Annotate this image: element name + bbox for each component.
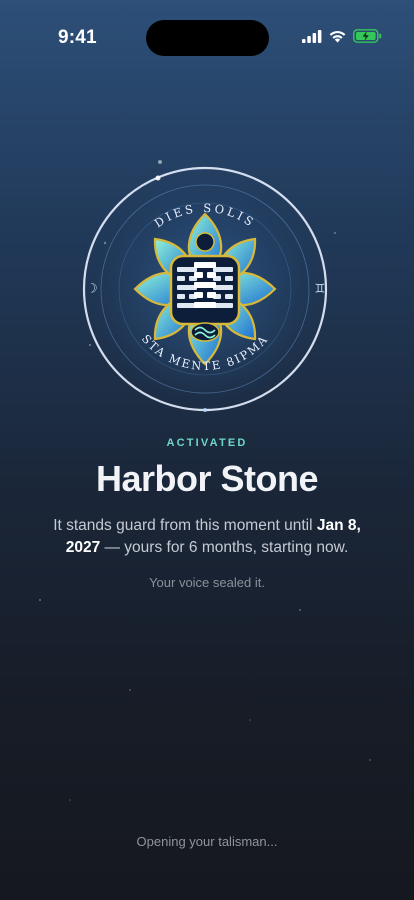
loading-status-text: Opening your talisman...	[136, 834, 278, 849]
status-icons	[302, 29, 382, 43]
gemini-glyph-icon: ♊	[315, 282, 326, 296]
moon-glyph-icon: ☽	[86, 282, 98, 297]
starfield-background	[39, 160, 371, 801]
status-time: 9:41	[58, 27, 97, 48]
wifi-icon	[329, 31, 346, 43]
talisman-name: Harbor Stone	[95, 458, 319, 499]
description-tail: — yours for 6 months, starting now.	[100, 539, 349, 556]
dynamic-island	[146, 20, 269, 56]
activation-status-label: ACTIVATED	[166, 437, 248, 449]
sealed-note: Your voice sealed it.	[149, 575, 265, 590]
battery-charging-icon	[353, 29, 382, 43]
talisman-seal: DIES SOLIS STA MENTE 8IPMA ☽ ♊	[80, 164, 330, 414]
description-lead: It stands guard from this moment until	[53, 517, 317, 534]
activation-description: It stands guard from this moment until J…	[45, 515, 369, 559]
status-bar: 9:41	[0, 0, 414, 60]
signal-icon	[302, 29, 322, 43]
